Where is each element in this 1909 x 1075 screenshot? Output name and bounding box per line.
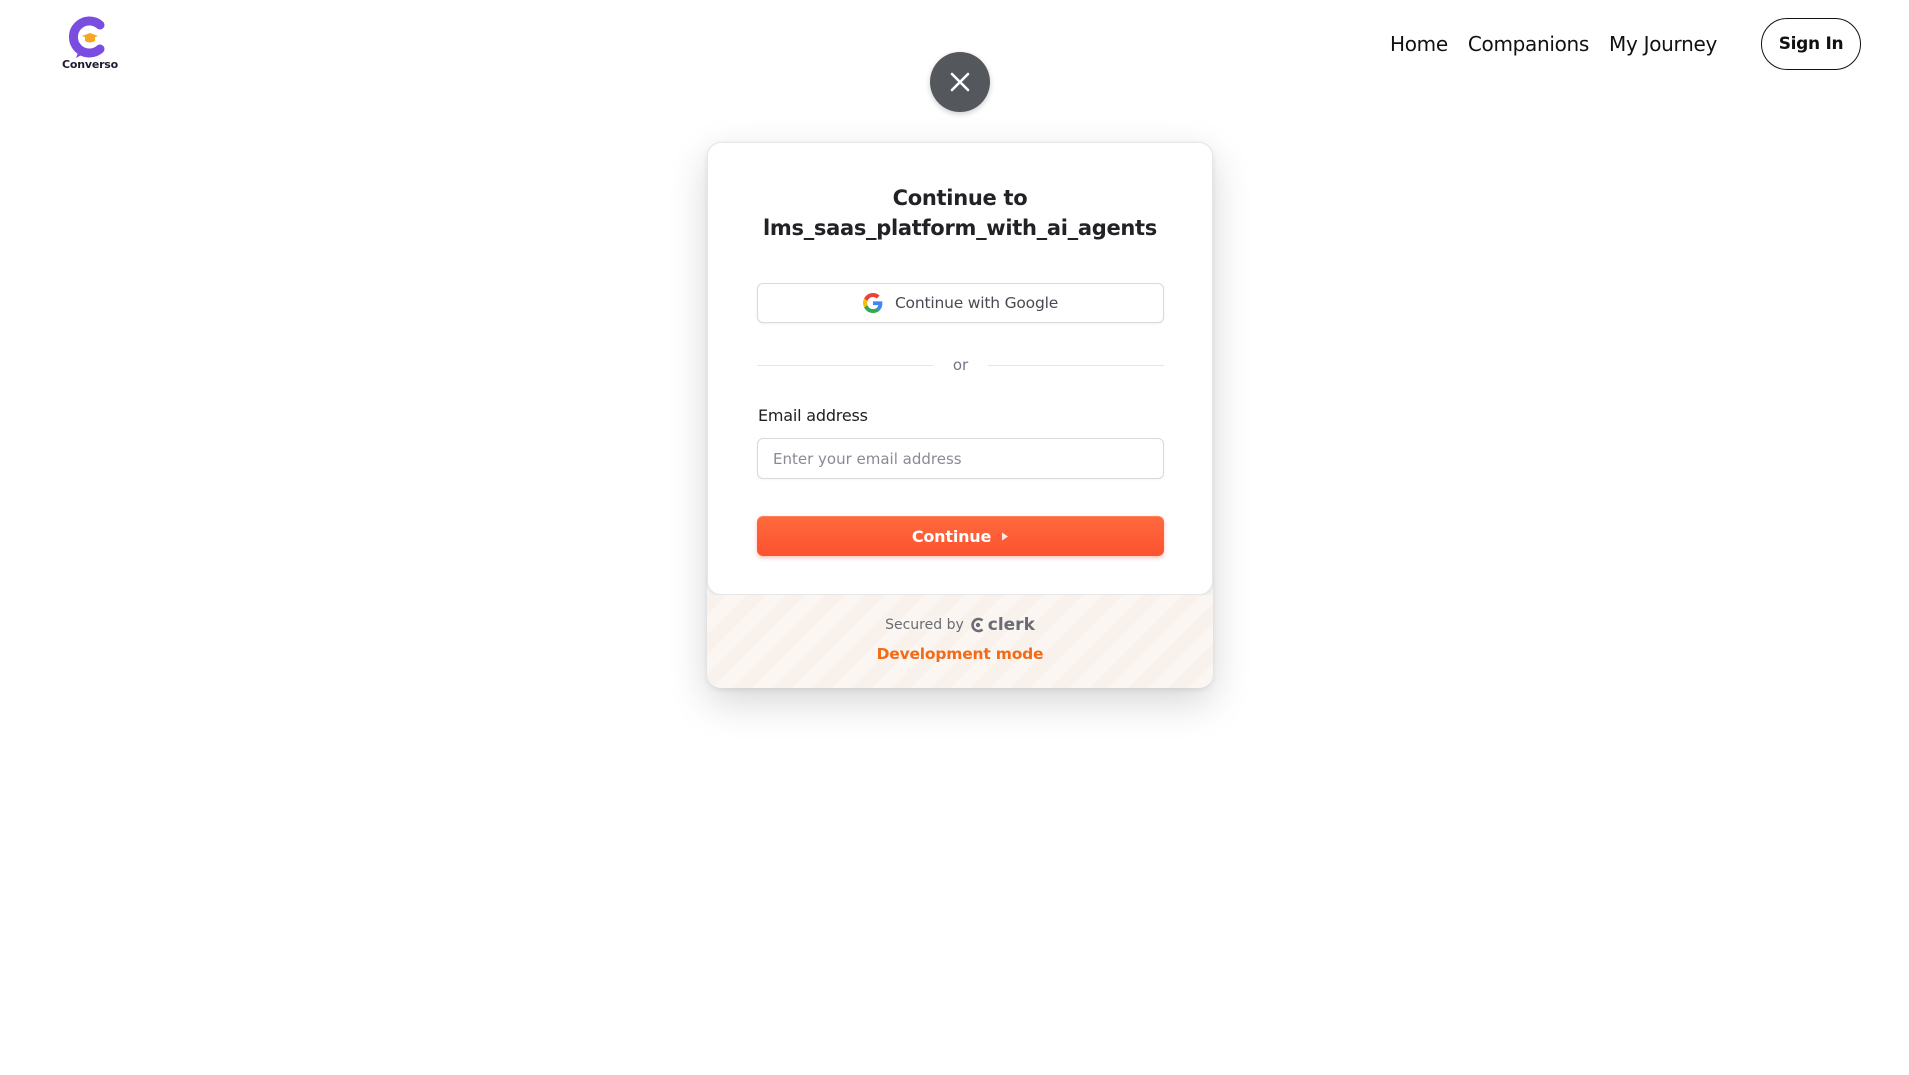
- modal-title-line1: Continue to: [892, 186, 1028, 210]
- modal-title: Continue to lms_saas_platform_with_ai_ag…: [708, 183, 1212, 243]
- divider-text: or: [952, 356, 969, 374]
- clerk-brand-text: clerk: [987, 615, 1035, 635]
- close-modal-button[interactable]: [930, 52, 990, 112]
- continue-with-google-button[interactable]: Continue with Google: [757, 283, 1164, 323]
- brand-logo[interactable]: Converso: [62, 16, 118, 72]
- clerk-brand[interactable]: clerk: [970, 615, 1035, 635]
- email-label: Email address: [758, 406, 868, 425]
- nav-companions[interactable]: Companions: [1468, 32, 1590, 56]
- brand-name: Converso: [61, 58, 119, 71]
- or-divider: or: [757, 355, 1165, 375]
- secured-by-label: Secured by: [885, 617, 964, 633]
- google-icon: [862, 293, 883, 313]
- close-icon: [950, 72, 970, 92]
- email-field[interactable]: [757, 438, 1164, 479]
- continue-button-label: Continue: [911, 526, 992, 546]
- clerk-logo-icon: [970, 617, 984, 633]
- development-mode-label: Development mode: [876, 645, 1044, 663]
- play-arrow-icon: [1002, 532, 1009, 540]
- sign-in-card: Continue to lms_saas_platform_with_ai_ag…: [707, 142, 1213, 595]
- divider-line-right: [988, 364, 1165, 366]
- secured-by: Secured by clerk: [707, 615, 1213, 635]
- nav-home[interactable]: Home: [1390, 32, 1448, 56]
- continue-button[interactable]: Continue: [757, 516, 1164, 556]
- divider-line-left: [757, 364, 933, 366]
- google-button-label: Continue with Google: [894, 294, 1059, 312]
- modal-footer: Secured by clerk Development mode: [707, 595, 1213, 688]
- sign-in-modal: Continue to lms_saas_platform_with_ai_ag…: [707, 142, 1213, 688]
- main-nav: Home Companions My Journey: [1390, 32, 1717, 56]
- page: Converso Home Companions My Journey Sign…: [0, 0, 1909, 1075]
- nav-my-journey[interactable]: My Journey: [1609, 32, 1717, 56]
- sign-in-button[interactable]: Sign In: [1761, 18, 1861, 70]
- modal-title-app-name: lms_saas_platform_with_ai_agents: [763, 216, 1157, 240]
- converso-logo-icon: [68, 16, 105, 58]
